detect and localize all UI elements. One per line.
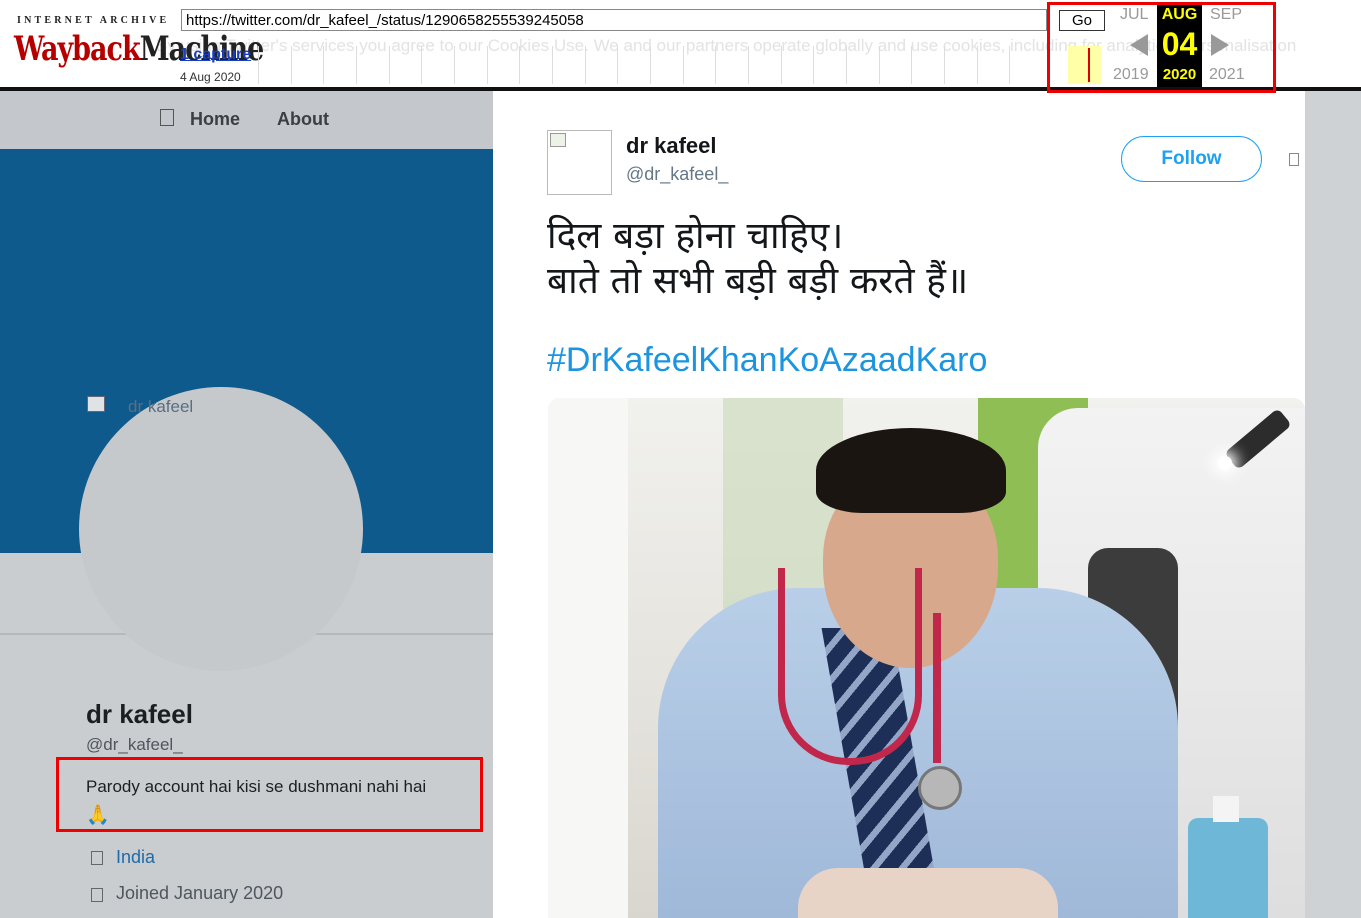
sparkline-month-cell [421,46,454,84]
location-pin-icon [91,851,103,865]
nav-home-link[interactable]: Home [190,109,240,130]
sparkline-month-cell [617,46,650,84]
sparkline-month-cell [846,46,879,84]
tweet-permalink-card: dr kafeel @dr_kafeel_ Follow दिल बड़ा हो… [493,91,1305,918]
profile-location[interactable]: India [116,847,155,868]
sparkline-month-cell [258,46,291,84]
home-icon [160,109,174,126]
tweet-hashtag-link[interactable]: #DrKafeelKhanKoAzaadKaro [547,341,987,380]
sparkline-month-cell [682,46,716,84]
sparkline-month-cell [388,46,422,84]
sparkline-month-cell [650,46,683,84]
sparkline-month-cell [911,46,944,84]
sparkline-month-cell [944,46,977,84]
captures-link[interactable]: 1 capture [180,46,251,64]
capture-sparkline[interactable] [258,46,1042,84]
broken-image-icon [87,396,105,412]
tweet-text-line-1: दिल बड़ा होना चाहिए। [547,214,844,257]
calendar-highlight-box [1047,2,1276,93]
profile-bio: Parody account hai kisi se dushmani nahi… [86,777,427,796]
sparkline-month-cell [976,46,1010,84]
profile-joined-date: Joined January 2020 [116,883,284,903]
chevron-down-icon[interactable] [1289,153,1299,166]
sparkline-month-cell [878,46,912,84]
author-name[interactable]: dr kafeel [626,133,717,159]
nav-about-link[interactable]: About [277,109,329,130]
profile-name: dr kafeel [86,699,193,729]
author-handle[interactable]: @dr_kafeel_ [626,164,728,185]
sparkline-month-cell [584,46,618,84]
wayback-toolbar: By using Twitter's services you agree to… [0,0,1361,93]
sparkline-month-cell [552,46,585,84]
wayback-logo-part1: Wayback [14,30,141,69]
folded-hands-emoji: 🙏 [86,805,110,826]
internet-archive-label: INTERNET ARCHIVE [17,15,170,26]
sparkline-month-cell [715,46,748,84]
capture-date: 4 Aug 2020 [180,70,241,84]
sparkline-month-cell [780,46,814,84]
profile-handle: @dr_kafeel_ [86,735,183,754]
sparkline-month-cell [519,46,552,84]
tweet-photo[interactable] [548,398,1305,918]
sparkline-month-cell [323,46,356,84]
wayback-url-input[interactable] [181,9,1047,31]
sparkline-month-cell [356,46,389,84]
sparkline-month-cell [454,46,487,84]
profile-avatar [79,387,363,671]
sparkline-month-cell [486,46,520,84]
sparkline-month-cell [1009,46,1042,84]
sparkline-month-cell [290,46,324,84]
tweet-text-line-2: बाते तो सभी बड़ी बड़ी करते हैं॥ [547,259,969,302]
calendar-icon [91,888,103,902]
page-right-edge [1305,91,1361,918]
author-avatar[interactable] [547,130,612,195]
sparkline-month-cell [813,46,846,84]
sparkline-month-cell [748,46,781,84]
avatar-alt-text: dr kafeel [128,397,194,416]
follow-button[interactable]: Follow [1121,136,1262,182]
